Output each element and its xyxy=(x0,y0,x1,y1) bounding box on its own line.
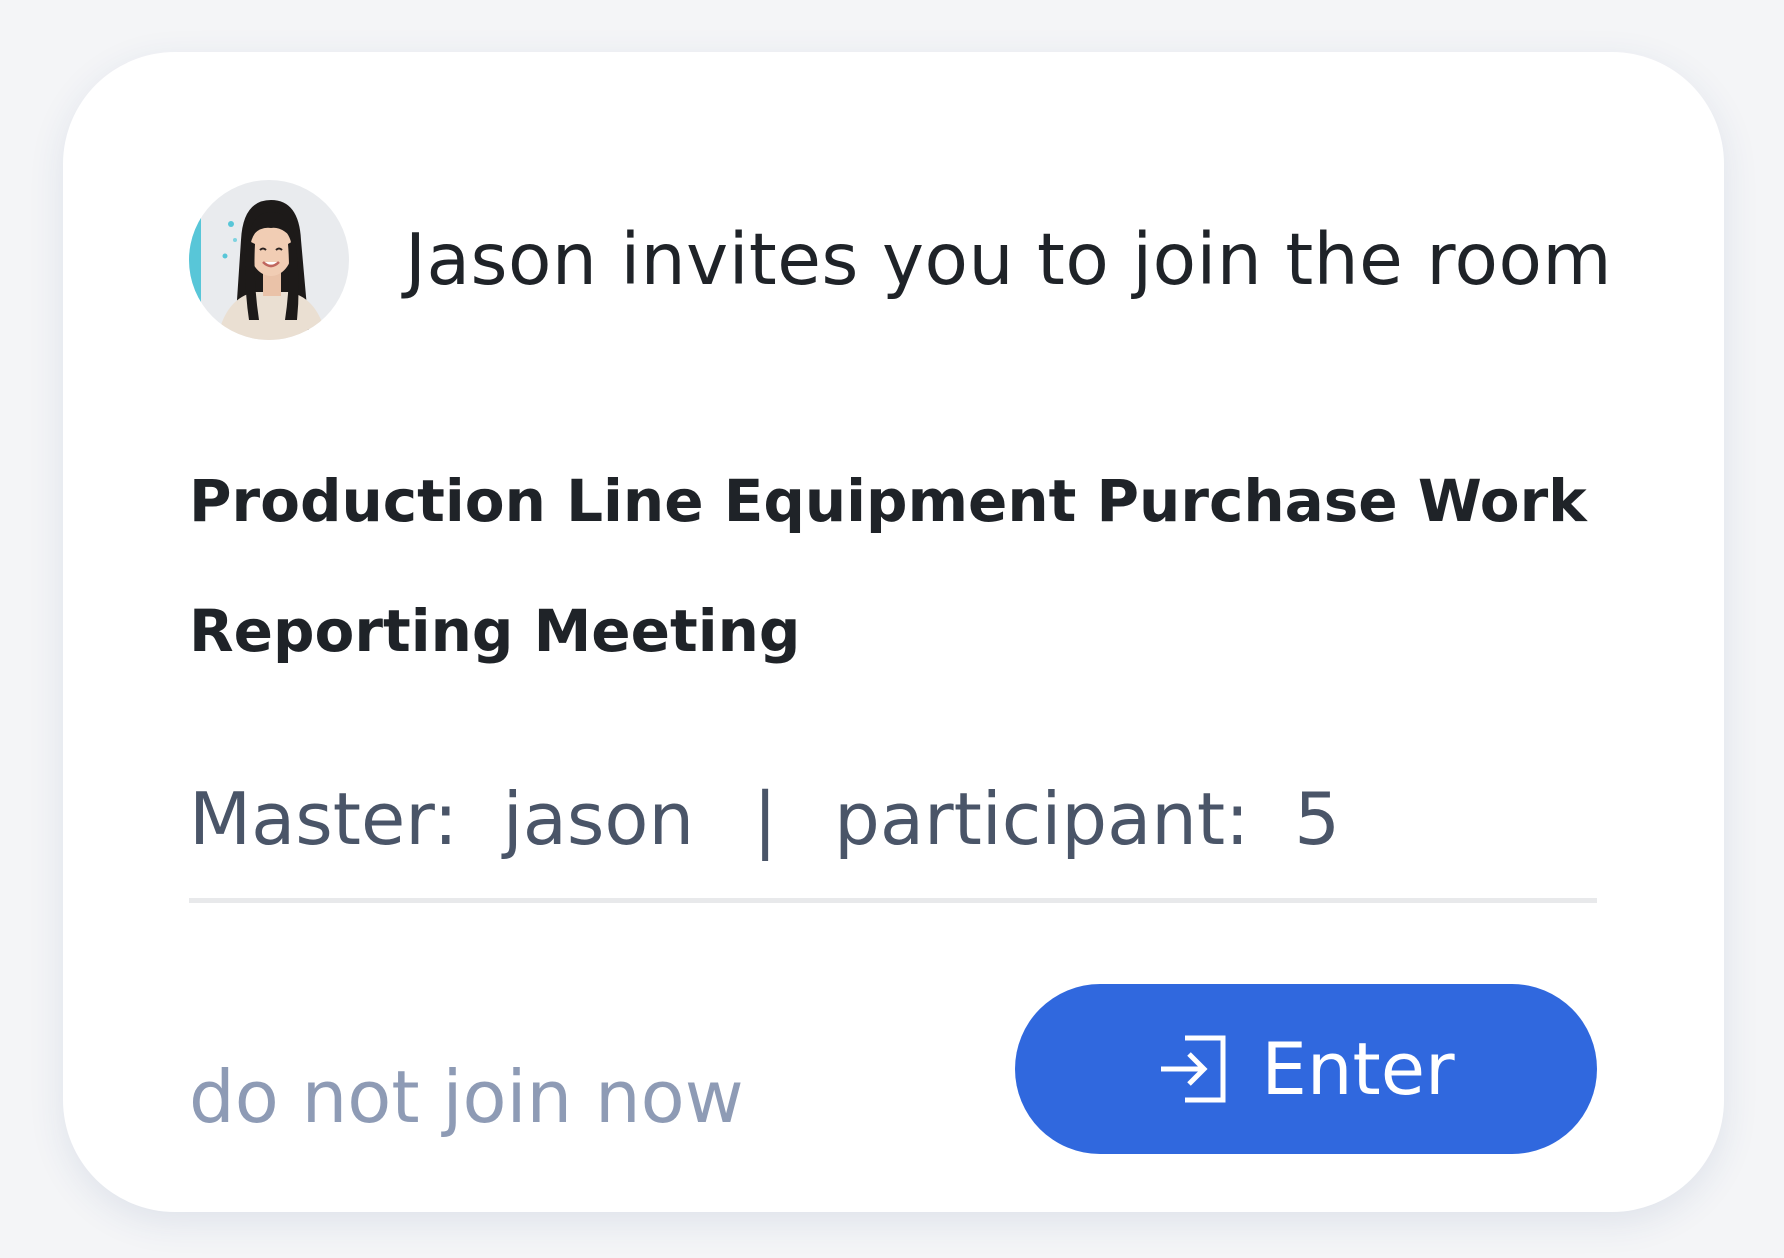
decline-link[interactable]: do not join now xyxy=(189,1042,744,1152)
enter-icon xyxy=(1157,1032,1231,1106)
meta-separator: | xyxy=(752,777,778,861)
master-label: Master: xyxy=(189,777,458,861)
enter-button[interactable]: Enter xyxy=(1015,984,1597,1154)
room-name: Production Line Equipment Purchase Work … xyxy=(189,422,1619,710)
room-meta: Master: jason | participant: 5 xyxy=(189,764,1340,874)
invitation-dialog: Jason invites you to join the room Produ… xyxy=(63,52,1724,1212)
avatar-image xyxy=(189,180,349,340)
participant-label: participant: xyxy=(834,777,1250,861)
master-value: jason xyxy=(502,777,695,861)
avatar xyxy=(189,180,349,340)
divider xyxy=(189,898,1597,903)
participant-count: 5 xyxy=(1294,777,1341,861)
enter-button-label: Enter xyxy=(1261,1027,1455,1111)
invitation-title: Jason invites you to join the room xyxy=(405,218,1613,301)
